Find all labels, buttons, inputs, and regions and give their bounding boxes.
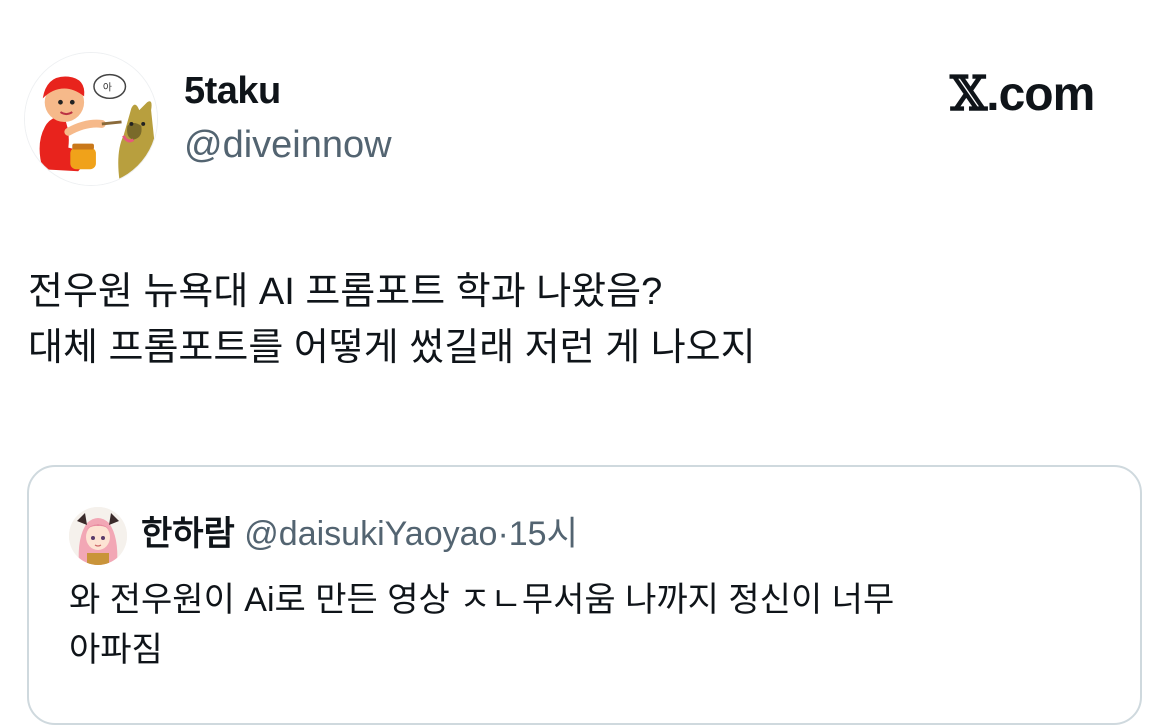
x-logo-icon: 𝕏 [950,66,987,122]
separator-dot: · [497,515,509,553]
quote-line: 아파짐 [69,631,163,669]
quote-author-name[interactable]: 한하람 [141,515,235,553]
quote-line: 와 전우원이 Ai로 만든 영상 ㅈㄴ무서움 나까지 정신이 너무 [69,581,895,619]
quoted-tweet-card[interactable]: 한하람 @daisukiYaoyao·15시 와 전우원이 Ai로 만든 영상 … [27,465,1142,725]
svg-text:아: 아 [103,81,112,93]
cartoon-avatar-icon: 아 [25,53,157,185]
quote-header: 한하람 @daisukiYaoyao·15시 [141,509,578,559]
logo-text: .com [986,68,1095,121]
anime-avatar-icon [69,507,127,565]
author-display-name[interactable]: 5taku [184,70,281,113]
tweet-text: 전우원 뉴욕대 AI 프롬포트 학과 나왔음? 대체 프롬포트를 어떻게 썼길래… [28,264,1138,376]
quote-timestamp[interactable]: 15시 [509,515,578,553]
tweet-line: 전우원 뉴욕대 AI 프롬포트 학과 나왔음? [28,271,663,313]
tweet-line: 대체 프롬포트를 어떻게 썼길래 저런 게 나오지 [28,327,756,369]
x-com-logo: 𝕏.com [950,66,1095,122]
author-handle[interactable]: @diveinnow [184,124,392,167]
quote-author-avatar[interactable] [69,507,127,565]
quote-author-handle[interactable]: @daisukiYaoyao [244,515,497,553]
quote-text: 와 전우원이 Ai로 만든 영상 ㅈㄴ무서움 나까지 정신이 너무 아파짐 [69,575,1109,675]
author-avatar[interactable]: 아 [24,52,158,186]
